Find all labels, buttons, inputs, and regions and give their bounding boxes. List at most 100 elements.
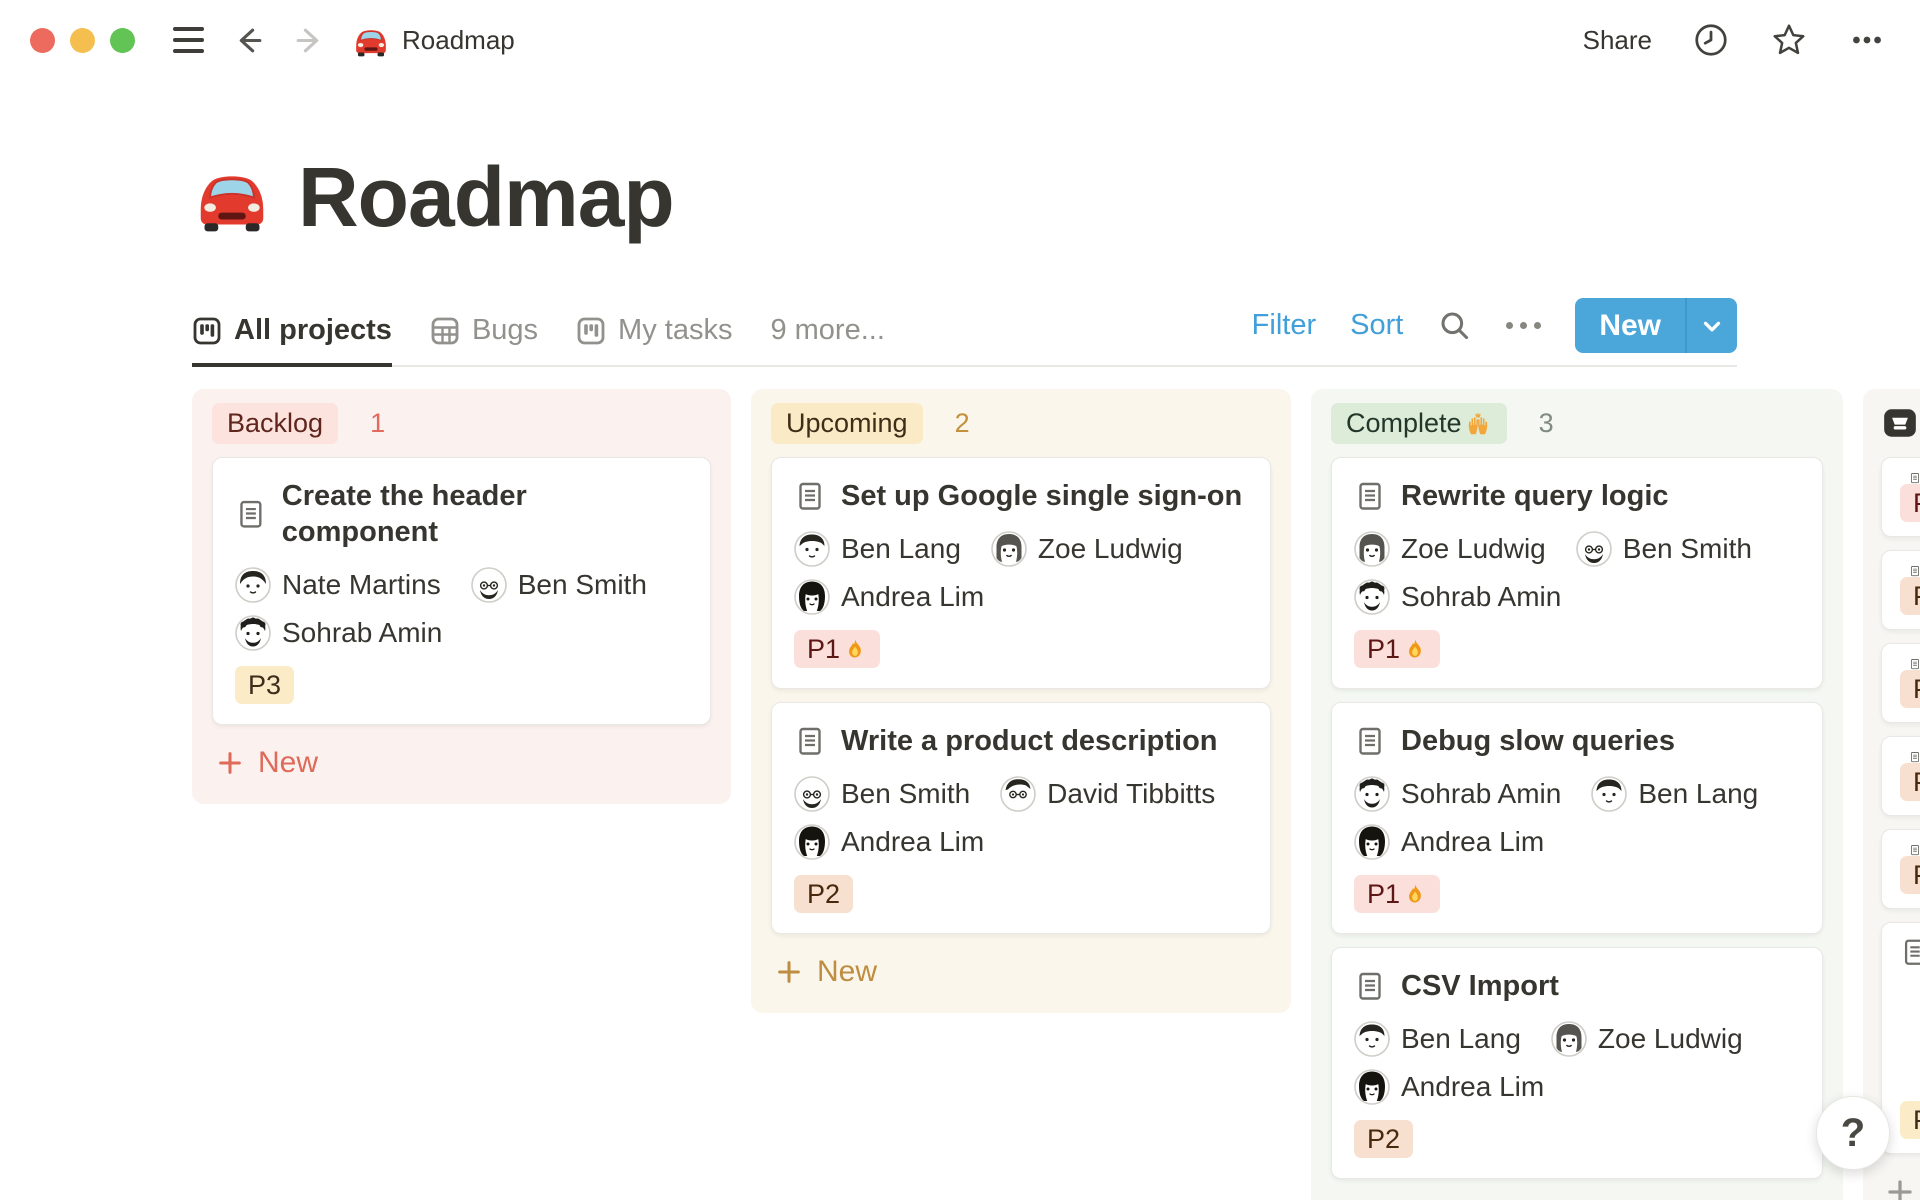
sohrab-amin-avatar xyxy=(1354,776,1390,812)
assignee: Sohrab Amin xyxy=(235,615,442,651)
car-icon xyxy=(192,159,272,235)
car-icon xyxy=(352,22,390,58)
page-icon xyxy=(1900,844,1920,856)
assignee: Andrea Lim xyxy=(1354,1069,1544,1105)
tab-all-projects[interactable]: All projects xyxy=(192,314,392,367)
sohrab-amin-avatar xyxy=(1354,579,1390,615)
assignee: Zoe Ludwig xyxy=(1551,1021,1743,1057)
help-button[interactable]: ? xyxy=(1816,1096,1890,1170)
zoom-window-button[interactable] xyxy=(110,27,135,53)
fire-icon xyxy=(1403,882,1427,906)
ben-lang-avatar xyxy=(794,531,830,567)
favorite-star-icon[interactable] xyxy=(1770,21,1808,59)
assignee: David Tibbitts xyxy=(1000,776,1215,812)
card-rewrite-query-logic[interactable]: Rewrite query logic Zoe Ludwig Ben Smith… xyxy=(1331,457,1823,689)
page-icon xyxy=(1900,658,1920,670)
minimize-window-button[interactable] xyxy=(70,27,95,53)
ben-lang-avatar xyxy=(1591,776,1627,812)
sort-button[interactable]: Sort xyxy=(1350,309,1403,342)
zoe-ludwig-avatar xyxy=(1551,1021,1587,1057)
tab-bugs[interactable]: Bugs xyxy=(430,314,538,367)
board-icon xyxy=(576,316,606,346)
page-icon xyxy=(794,480,826,512)
share-button[interactable]: Share xyxy=(1583,25,1652,56)
card-title: Rewrite query logic xyxy=(1401,480,1669,512)
card[interactable]: P1 xyxy=(1881,457,1920,537)
add-card-button[interactable]: New xyxy=(212,746,711,780)
tab-more-views[interactable]: 9 more... xyxy=(770,314,884,367)
assignee: Andrea Lim xyxy=(1354,824,1544,860)
column-count: 2 xyxy=(954,407,970,438)
forward-arrow-icon[interactable] xyxy=(293,24,326,57)
card-debug-slow-queries[interactable]: Debug slow queries Sohrab Amin Ben Lang … xyxy=(1331,702,1823,934)
window-titlebar: Roadmap Share xyxy=(0,0,1920,80)
ben-smith-avatar xyxy=(1576,531,1612,567)
kanban-column-complete: Complete 3 Rewrite query logic Zoe Ludwi… xyxy=(1311,389,1843,1200)
card[interactable]: P2 xyxy=(1881,643,1920,723)
andrea-lim-avatar xyxy=(794,579,830,615)
ben-smith-avatar xyxy=(794,776,830,812)
kanban-column-partial: P1 P2 P2 P2 xyxy=(1863,389,1920,1200)
priority-badge: P2 xyxy=(1354,1120,1414,1158)
plus-icon xyxy=(1885,1177,1915,1200)
add-card-button[interactable]: New xyxy=(771,955,1271,989)
nate-martins-avatar xyxy=(235,567,271,603)
breadcrumb[interactable]: Roadmap xyxy=(352,22,515,58)
new-button-label: New xyxy=(1599,308,1661,342)
tab-label: All projects xyxy=(234,314,392,346)
priority-badge: P2 xyxy=(1900,763,1920,801)
andrea-lim-avatar xyxy=(1354,824,1390,860)
card[interactable]: P2 xyxy=(1881,550,1920,630)
card-csv-import[interactable]: CSV Import Ben Lang Zoe Ludwig Andrea Li… xyxy=(1331,947,1823,1179)
plus-icon xyxy=(775,958,803,986)
raising-hands-icon xyxy=(1464,410,1492,436)
card[interactable]: P2 xyxy=(1881,829,1920,909)
history-clock-icon[interactable] xyxy=(1692,21,1730,59)
zoe-ludwig-avatar xyxy=(1354,531,1390,567)
sidebar-menu-icon[interactable] xyxy=(173,27,204,53)
card-title: Set up Google single sign-on xyxy=(841,480,1243,512)
close-window-button[interactable] xyxy=(30,27,55,53)
more-options-icon[interactable] xyxy=(1848,21,1886,59)
column-pill-upcoming[interactable]: Upcoming xyxy=(771,402,923,444)
sohrab-amin-avatar xyxy=(235,615,271,651)
plus-icon xyxy=(216,749,244,777)
priority-badge: P2 xyxy=(1900,577,1920,615)
card[interactable]: P2 xyxy=(1881,736,1920,816)
priority-badge: P1 xyxy=(794,630,881,668)
column-count: 3 xyxy=(1538,407,1554,438)
page-icon xyxy=(794,725,826,757)
assignee: Andrea Lim xyxy=(794,579,984,615)
column-pill-backlog[interactable]: Backlog xyxy=(212,402,339,444)
zoe-ludwig-avatar xyxy=(991,531,1027,567)
chevron-down-icon[interactable] xyxy=(1685,298,1737,353)
page-icon xyxy=(1354,725,1386,757)
card-title: CSV Import xyxy=(1401,970,1559,1002)
david-tibbitts-avatar xyxy=(1000,776,1036,812)
view-options-icon[interactable] xyxy=(1506,322,1542,329)
tab-label: 9 more... xyxy=(770,314,885,346)
page-icon xyxy=(1900,751,1920,763)
card-product-description[interactable]: Write a product description Ben Smith Da… xyxy=(771,702,1271,934)
view-tabbar: All projects Bugs My tasks 9 more... Fil… xyxy=(192,298,1737,367)
search-icon[interactable] xyxy=(1437,308,1472,343)
card-create-header-component[interactable]: Create the header component Nate Martins… xyxy=(212,457,711,725)
back-arrow-icon[interactable] xyxy=(232,24,265,57)
fire-icon xyxy=(843,637,867,661)
column-pill-complete[interactable]: Complete xyxy=(1331,402,1507,444)
page-icon xyxy=(1354,970,1386,1002)
tab-my-tasks[interactable]: My tasks xyxy=(576,314,732,367)
kanban-column-upcoming: Upcoming 2 Set up Google single sign-on … xyxy=(751,389,1291,1013)
add-card-button[interactable]: New xyxy=(1881,1175,1920,1200)
kanban-column-backlog: Backlog 1 Create the header component Na… xyxy=(192,389,731,804)
ben-lang-avatar xyxy=(1354,1021,1390,1057)
inbox-icon xyxy=(1881,404,1919,442)
filter-button[interactable]: Filter xyxy=(1252,309,1316,342)
assignee: Sohrab Amin xyxy=(1354,579,1561,615)
table-icon xyxy=(430,316,460,346)
page-title: Roadmap xyxy=(298,149,675,244)
assignee: Ben Lang xyxy=(1591,776,1758,812)
new-button[interactable]: New xyxy=(1575,298,1737,353)
andrea-lim-avatar xyxy=(1354,1069,1390,1105)
card-google-sso[interactable]: Set up Google single sign-on Ben Lang Zo… xyxy=(771,457,1271,689)
